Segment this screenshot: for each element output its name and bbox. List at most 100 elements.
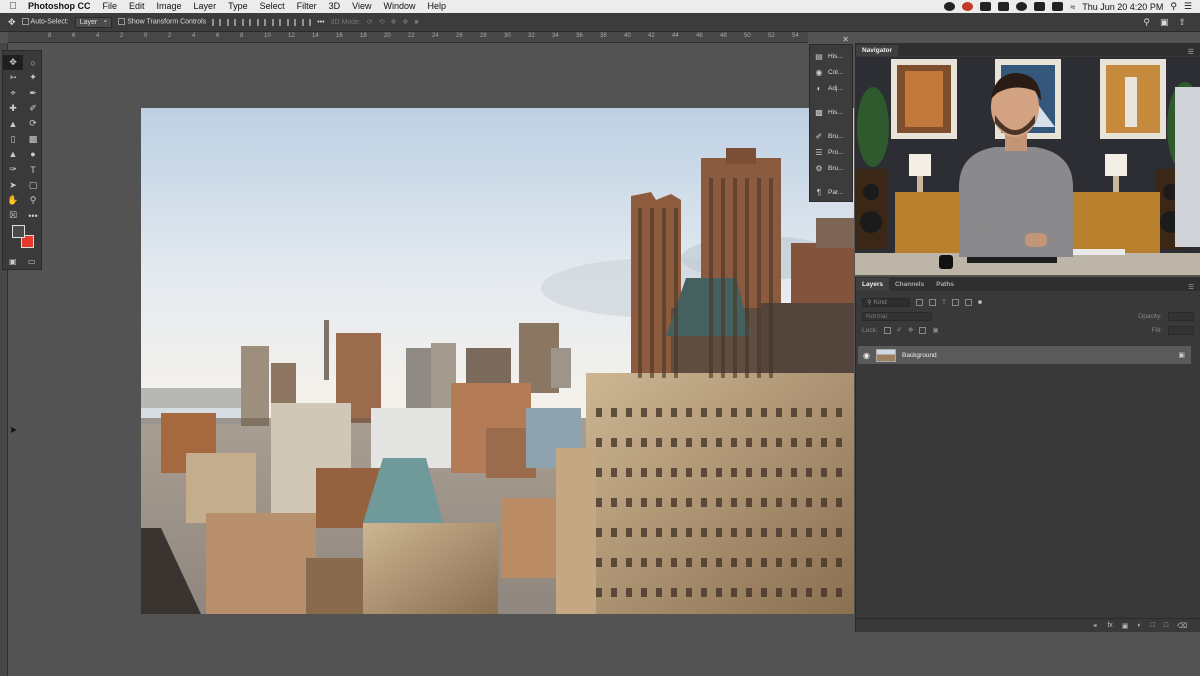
clock[interactable]: Thu Jun 20 4:20 PM bbox=[1082, 2, 1163, 12]
align-right-icon[interactable] bbox=[242, 18, 252, 26]
lock-transparent-icon[interactable] bbox=[883, 326, 891, 334]
lock-all-icon[interactable]: ▣ bbox=[932, 326, 938, 334]
layer-row-background[interactable]: ◉ Background ▣ bbox=[858, 346, 1191, 364]
align-center-icon[interactable] bbox=[227, 18, 237, 26]
new-layer-icon[interactable]: □ bbox=[1164, 622, 1168, 629]
blur-tool-icon[interactable]: ▲ bbox=[3, 147, 23, 162]
tab-layers[interactable]: Layers bbox=[856, 278, 889, 291]
panel-menu-icon[interactable]: ☰ bbox=[1188, 48, 1200, 56]
screen-icon[interactable] bbox=[998, 2, 1010, 11]
marquee-tool-icon[interactable]: ○ bbox=[23, 55, 43, 70]
search-icon[interactable]: ⚲ bbox=[1143, 17, 1150, 28]
delete-layer-icon[interactable]: ⌫ bbox=[1177, 622, 1187, 630]
path-selection-icon[interactable]: ➤ bbox=[3, 177, 23, 192]
panel-histogram[interactable]: ▩ His... bbox=[814, 108, 843, 117]
apple-menu-icon[interactable]:  bbox=[0, 1, 26, 12]
lock-position-icon[interactable]: ✥ bbox=[908, 326, 913, 334]
menu-select[interactable]: Select bbox=[254, 0, 291, 13]
menu-type[interactable]: Type bbox=[222, 0, 254, 13]
tab-paths[interactable]: Paths bbox=[930, 278, 960, 291]
notification-center-icon[interactable]: ☰ bbox=[1184, 1, 1192, 12]
menu-layer[interactable]: Layer bbox=[188, 0, 223, 13]
display-icon[interactable] bbox=[980, 2, 992, 11]
menu-3d[interactable]: 3D bbox=[323, 0, 347, 13]
move-tool-icon[interactable]: ✥ bbox=[8, 17, 16, 28]
gradient-icon[interactable]: ▩ bbox=[23, 131, 43, 146]
horizontal-ruler[interactable]: 8 6 4 2 0 2 4 6 8 10 12 14 16 18 20 22 24 26 28 30 32 34 36 38 4… bbox=[8, 32, 808, 43]
dodge-tool-icon[interactable]: ● bbox=[23, 147, 43, 162]
menu-file[interactable]: File bbox=[97, 0, 124, 13]
menu-filter[interactable]: Filter bbox=[291, 0, 323, 13]
eyedropper-icon[interactable]: ✒ bbox=[23, 86, 43, 101]
lock-artboard-icon[interactable] bbox=[919, 326, 927, 334]
filter-adjustment-icon[interactable] bbox=[929, 298, 936, 306]
3d-pan-icon[interactable]: ✥ bbox=[391, 18, 397, 26]
3d-orbit-icon[interactable]: ⟳ bbox=[367, 18, 373, 26]
quick-mask-icon[interactable]: ▣ bbox=[9, 257, 17, 266]
keyboard-icon[interactable] bbox=[1034, 2, 1046, 11]
canvas-image[interactable] bbox=[141, 108, 854, 614]
magic-wand-icon[interactable]: ✦ bbox=[23, 70, 43, 85]
menu-help[interactable]: Help bbox=[421, 0, 452, 13]
screen-mode-icon[interactable]: ▭ bbox=[28, 257, 36, 266]
blend-mode-dropdown[interactable]: Normal bbox=[862, 311, 932, 321]
auto-select-dropdown[interactable]: Layer bbox=[74, 16, 113, 28]
tab-navigator[interactable]: Navigator bbox=[856, 45, 898, 56]
transform-controls-checkbox[interactable]: Show Transform Controls bbox=[118, 18, 206, 26]
panel-brushes[interactable]: ✐ Bru... bbox=[814, 132, 844, 141]
filter-pixel-icon[interactable] bbox=[916, 298, 923, 306]
filter-smart-object-icon[interactable] bbox=[964, 298, 972, 306]
3d-camera-icon[interactable]: ■ bbox=[414, 19, 418, 26]
frame-tool-icon[interactable]: ☒ bbox=[3, 208, 23, 223]
panel-brush-settings[interactable]: ⚙ Bru... bbox=[814, 164, 843, 173]
shape-tool-icon[interactable]: ▢ bbox=[23, 177, 43, 192]
foreground-color-swatch[interactable] bbox=[12, 225, 25, 238]
filter-toggle-icon[interactable]: ■ bbox=[978, 299, 982, 306]
target-icon[interactable] bbox=[1016, 2, 1028, 11]
wifi-icon[interactable]: ≈ bbox=[1070, 2, 1075, 12]
healing-brush-icon[interactable]: ✚ bbox=[3, 101, 23, 116]
tab-channels[interactable]: Channels bbox=[889, 278, 930, 291]
link-layers-icon[interactable]: ⚭ bbox=[1092, 622, 1098, 630]
auto-select-checkbox[interactable]: Auto-Select: bbox=[21, 18, 69, 26]
move-tool-icon[interactable]: ✥ bbox=[3, 55, 23, 71]
opacity-input[interactable] bbox=[1168, 311, 1194, 321]
more-options-icon[interactable]: ••• bbox=[317, 19, 324, 26]
panel-history[interactable]: ▤ His... bbox=[814, 52, 843, 61]
panel-adjustments[interactable]: ◐ Adj... bbox=[814, 84, 843, 93]
history-brush-icon[interactable]: ⟳ bbox=[23, 116, 43, 131]
menu-image[interactable]: Image bbox=[151, 0, 188, 13]
filter-kind-dropdown[interactable]: ⚲ Kind bbox=[862, 297, 910, 307]
hand-tool-icon[interactable]: ✋ bbox=[3, 193, 23, 208]
creative-cloud-icon[interactable] bbox=[944, 2, 956, 11]
close-icon[interactable]: ✕ bbox=[842, 35, 849, 44]
app-menu[interactable]: Photoshop CC bbox=[26, 0, 97, 13]
spotlight-icon[interactable]: ⚲ bbox=[1170, 1, 1177, 12]
3d-slide-icon[interactable]: ✥ bbox=[403, 18, 409, 26]
adjustment-layer-icon[interactable]: ◐ bbox=[1137, 622, 1141, 629]
panel-menu-icon[interactable]: ☰ bbox=[1188, 283, 1200, 291]
pen-tool-icon[interactable]: ✑ bbox=[3, 162, 23, 177]
panel-properties[interactable]: ☰ Pro... bbox=[814, 148, 843, 157]
battery-icon[interactable] bbox=[1052, 2, 1064, 11]
add-mask-icon[interactable]: ▣ bbox=[1122, 622, 1129, 630]
edit-toolbar-icon[interactable]: ••• bbox=[23, 208, 43, 223]
align-middle-icon[interactable] bbox=[272, 18, 282, 26]
3d-roll-icon[interactable]: ⟲ bbox=[379, 18, 385, 26]
share-icon[interactable]: ⇧ bbox=[1178, 17, 1186, 28]
layer-style-icon[interactable]: fx bbox=[1107, 622, 1112, 629]
panel-color[interactable]: ◉ Col... bbox=[814, 68, 844, 77]
align-top-icon[interactable] bbox=[257, 18, 267, 26]
workspace-icon[interactable]: ▣ bbox=[1160, 17, 1169, 28]
menu-edit[interactable]: Edit bbox=[123, 0, 151, 13]
brush-tool-icon[interactable]: ✐ bbox=[23, 101, 43, 116]
lock-image-icon[interactable]: ✐ bbox=[897, 326, 902, 334]
menu-window[interactable]: Window bbox=[377, 0, 421, 13]
new-group-icon[interactable]: □ bbox=[1151, 622, 1155, 629]
record-icon[interactable] bbox=[962, 2, 974, 11]
zoom-tool-icon[interactable]: ⚲ bbox=[23, 193, 43, 208]
distribute-icon[interactable] bbox=[302, 18, 312, 26]
filter-shape-icon[interactable] bbox=[951, 298, 959, 306]
menu-view[interactable]: View bbox=[346, 0, 377, 13]
filter-type-icon[interactable]: T bbox=[942, 299, 946, 306]
